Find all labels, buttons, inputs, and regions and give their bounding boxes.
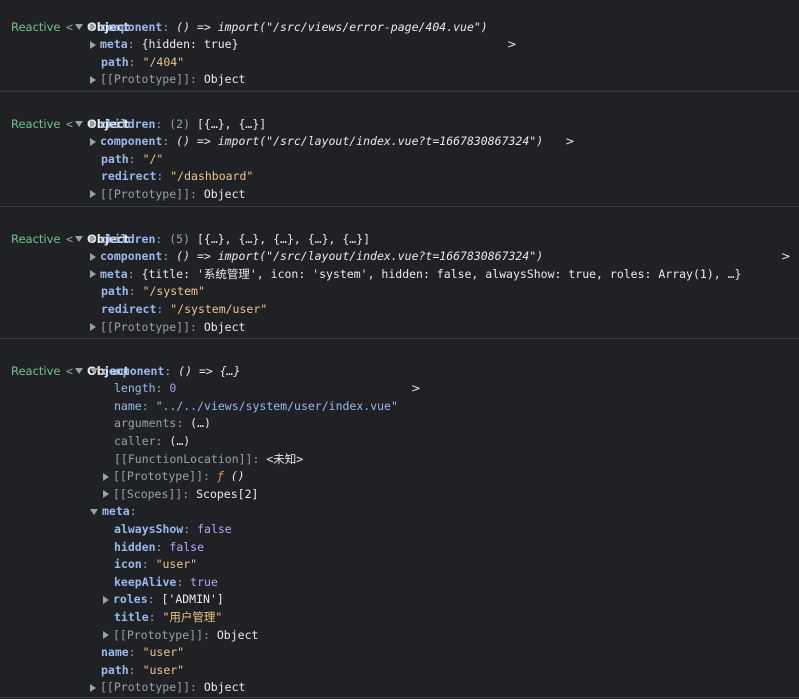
fn-scopes[interactable]: [[Scopes]]: Scopes[2] xyxy=(0,486,799,504)
entry-header[interactable]: Reactive < Object > xyxy=(0,1,799,52)
expand-arrow-icon[interactable] xyxy=(90,190,96,199)
prop-children[interactable]: children: (5) [{…}, {…}, {…}, {…}, {…}] xyxy=(0,231,799,249)
expand-arrow-icon[interactable] xyxy=(90,683,96,692)
prop-path: path: "/" xyxy=(101,151,164,166)
prop-path: path: "/system" xyxy=(101,284,205,299)
prop-component[interactable]: component: () => {…} xyxy=(0,363,799,381)
console-entry-404[interactable]: Reactive < Object > component: () => impor… xyxy=(0,0,799,92)
prop-redirect: redirect: "/system/user" xyxy=(101,301,268,316)
meta-roles[interactable]: roles: ['ADMIN'] xyxy=(0,591,799,609)
entry-header[interactable]: Reactive < Object > xyxy=(0,213,799,264)
expand-arrow-icon[interactable] xyxy=(90,40,96,49)
expand-arrow-icon[interactable] xyxy=(90,270,96,279)
console-entry-root[interactable]: Reactive < Object > children: (2) [{…}, {…… xyxy=(0,92,799,207)
prop-prototype[interactable]: [[Prototype]]: Object xyxy=(0,319,799,337)
fn-name: name: "../../views/system/user/index.vue… xyxy=(114,398,398,413)
prop-prototype[interactable]: [[Prototype]]: Object xyxy=(0,679,799,697)
prop-path: path: "user" xyxy=(101,662,185,677)
expand-arrow-icon[interactable] xyxy=(90,23,96,32)
collapse-arrow-icon[interactable] xyxy=(90,508,98,515)
expand-arrow-icon[interactable] xyxy=(103,631,109,639)
prop-path: path: "/404" xyxy=(101,54,185,69)
prop-meta[interactable]: meta: {title: '系统管理', icon: 'system', hi… xyxy=(0,266,799,284)
fn-caller[interactable]: caller: (…) xyxy=(0,433,799,451)
meta-hidden: hidden: false xyxy=(114,539,205,554)
prop-name: name: "user" xyxy=(101,645,185,660)
fn-prototype[interactable]: [[Prototype]]: ƒ () xyxy=(0,468,799,486)
expand-arrow-icon[interactable] xyxy=(103,472,109,481)
console-entry-system[interactable]: Reactive < Object > children: (5) [{…}, {…… xyxy=(0,207,799,339)
fn-location: [[FunctionLocation]]: <未知> xyxy=(114,451,304,466)
prop-prototype[interactable]: [[Prototype]]: Object xyxy=(0,186,799,204)
meta-keepAlive: keepAlive: true xyxy=(114,574,218,589)
prop-meta[interactable]: meta: xyxy=(0,503,799,521)
prop-component[interactable]: component: () => import("/src/layout/ind… xyxy=(0,248,799,266)
meta-title: title: "用户管理" xyxy=(114,609,223,624)
expand-arrow-icon[interactable] xyxy=(90,75,96,84)
entry-header[interactable]: Reactive < Object > xyxy=(0,345,799,396)
meta-prototype[interactable]: [[Prototype]]: Object xyxy=(0,627,799,645)
expand-arrow-icon[interactable] xyxy=(103,595,109,604)
expand-arrow-icon[interactable] xyxy=(90,137,96,146)
prop-meta[interactable]: meta: {hidden: true} xyxy=(0,36,799,54)
expand-arrow-icon[interactable] xyxy=(103,490,109,499)
entry-header[interactable]: Reactive < Object > xyxy=(0,98,799,149)
collapse-arrow-icon[interactable] xyxy=(90,368,98,375)
expand-arrow-icon[interactable] xyxy=(90,120,96,129)
fn-length: length: 0 xyxy=(114,381,177,396)
prop-component[interactable]: component: () => import("/src/views/erro… xyxy=(0,19,799,37)
prop-component[interactable]: component: () => import("/src/layout/ind… xyxy=(0,133,799,151)
expand-arrow-icon[interactable] xyxy=(90,323,96,332)
expand-arrow-icon[interactable] xyxy=(90,235,96,244)
prop-redirect: redirect: "/dashboard" xyxy=(101,169,254,184)
console-entry-user[interactable]: Reactive < Object > component: () => {…} l… xyxy=(0,339,799,698)
meta-icon: icon: "user" xyxy=(114,557,198,572)
expand-arrow-icon[interactable] xyxy=(90,252,96,261)
meta-alwaysShow: alwaysShow: false xyxy=(114,521,232,536)
fn-arguments[interactable]: arguments: (…) xyxy=(0,415,799,433)
prop-prototype[interactable]: [[Prototype]]: Object xyxy=(0,71,799,89)
prop-children[interactable]: children: (2) [{…}, {…}] xyxy=(0,116,799,134)
